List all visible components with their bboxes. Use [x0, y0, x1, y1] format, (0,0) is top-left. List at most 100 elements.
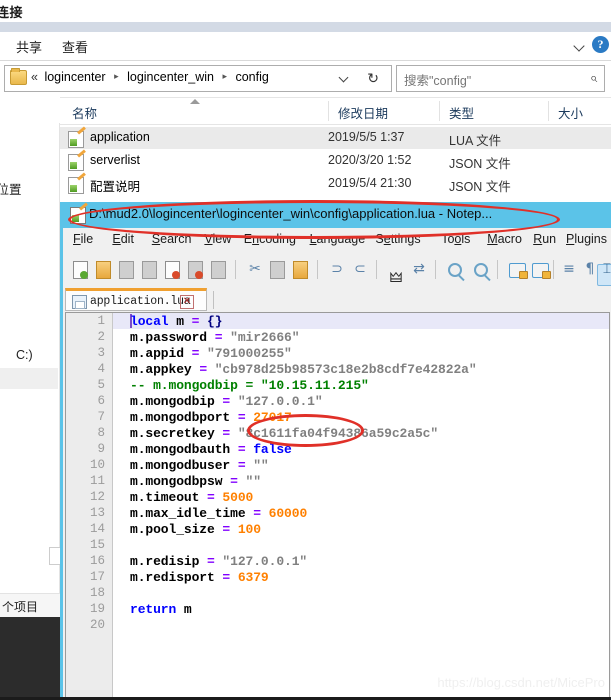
search-icon[interactable]: ⌕ [590, 70, 597, 86]
breadcrumb-item-0[interactable]: logincenter [44, 70, 105, 84]
line-number: 20 [89, 618, 105, 632]
watermark: https://blog.csdn.net/MicePro [437, 675, 605, 690]
column-header-date[interactable]: 修改日期 [338, 103, 388, 122]
redo-icon[interactable]: ⊂ [350, 260, 370, 280]
refresh-icon[interactable]: ↻ [367, 71, 379, 87]
code-line: m.pool_size = 100 [130, 522, 261, 537]
line-number: 14 [89, 522, 105, 536]
code-line: m.timeout = 5000 [130, 490, 254, 505]
find-icon[interactable]: 🜲 [386, 260, 406, 286]
table-row[interactable]: serverlist 2020/3/20 1:52 JSON 文件 [60, 149, 611, 172]
indent-guide-icon[interactable]: ⌶ [597, 260, 611, 286]
ribbon-tab-share[interactable]: 共享 [16, 37, 42, 56]
file-type: LUA 文件 [449, 134, 502, 148]
copy-icon[interactable] [268, 260, 288, 280]
code-text-area[interactable]: local m = {} m.password = "mir2666" m.appi… [113, 313, 609, 699]
address-bar[interactable]: « logincenter ▸ logincenter_win ▸ config… [4, 65, 392, 92]
file-date: 2019/5/4 21:30 [328, 176, 412, 190]
nav-item[interactable]: ) [0, 368, 58, 389]
breadcrumb-item-1[interactable]: logincenter_win [127, 70, 214, 84]
line-number: 3 [97, 346, 105, 360]
replace-icon[interactable]: ⇄ [409, 260, 429, 280]
line-number-gutter: 1 2 3 4 5 6 7 8 9 10 11 12 13 14 15 16 17 18 19 20 [66, 313, 113, 699]
close-file-icon[interactable] [163, 260, 183, 280]
toolbar: ✂ ⊃ ⊂ 🜲 ⇄ ≡ ¶ ⌶ [63, 252, 611, 288]
red-ellipse-title-annotation [68, 200, 560, 239]
connect-label: 连接 [0, 5, 24, 20]
menu-file[interactable]: File [73, 232, 93, 246]
status-item-count: 1 个项目 [0, 600, 39, 614]
line-number: 6 [97, 394, 105, 408]
code-line: m.redisip = "127.0.0.1" [130, 554, 308, 569]
column-divider[interactable] [328, 101, 329, 121]
close-all-icon[interactable] [186, 260, 206, 280]
save-all-icon[interactable] [140, 260, 160, 280]
line-number: 13 [89, 506, 105, 520]
undo-icon[interactable]: ⊃ [327, 260, 347, 280]
search-input[interactable]: 搜索"config" ⌕ [396, 65, 605, 92]
menu-edit[interactable]: Edit [112, 232, 134, 246]
nav-drive-label[interactable]: C:) [16, 348, 33, 362]
code-line: m.redisport = 6379 [130, 570, 269, 585]
column-header-size[interactable]: 大小 [558, 103, 583, 122]
menu-macro[interactable]: Macro [487, 232, 522, 246]
line-number: 4 [97, 362, 105, 376]
breadcrumb[interactable]: « logincenter ▸ logincenter_win ▸ config [31, 70, 269, 84]
line-number: 2 [97, 330, 105, 344]
tab-application-lua[interactable]: application.lua ✕ [65, 288, 207, 311]
column-header-type[interactable]: 类型 [449, 103, 474, 122]
table-row[interactable]: 配置说明 2019/5/4 21:30 JSON 文件 [60, 172, 611, 195]
save-icon[interactable] [117, 260, 137, 280]
toolbar-separator [435, 260, 436, 279]
open-file-icon[interactable] [94, 260, 114, 280]
new-file-icon[interactable] [71, 260, 91, 280]
toolbar-separator [235, 260, 236, 279]
line-number: 16 [89, 554, 105, 568]
file-date: 2020/3/20 1:52 [328, 153, 412, 167]
column-divider[interactable] [548, 101, 549, 121]
line-number: 8 [97, 426, 105, 440]
line-number: 5 [97, 378, 105, 392]
tab-divider [213, 291, 214, 309]
menu-plugins[interactable]: Plugins [566, 232, 607, 246]
code-line: m.mongodbauth = false [130, 442, 292, 457]
file-name: application [90, 130, 150, 144]
line-number: 7 [97, 410, 105, 424]
menu-run[interactable]: Run [533, 232, 556, 246]
explorer-top-strip: 连接 [0, 0, 611, 22]
code-line: m.appid = "791000255" [130, 346, 292, 361]
close-icon[interactable]: ✕ [180, 295, 194, 309]
address-dropdown-icon[interactable] [340, 74, 349, 83]
address-bar-row: « logincenter ▸ logincenter_win ▸ config… [0, 61, 611, 95]
print-icon[interactable] [209, 260, 229, 280]
zoom-out-icon[interactable] [471, 260, 491, 280]
ribbon-tab-view[interactable]: 查看 [62, 37, 88, 56]
cut-icon[interactable]: ✂ [245, 260, 265, 280]
file-name: 配置说明 [90, 180, 141, 194]
code-line: m.max_idle_time = 60000 [130, 506, 308, 521]
code-line: -- m.mongodbip = "10.15.11.215" [130, 378, 369, 393]
help-icon[interactable]: ? [592, 36, 609, 53]
breadcrumb-overflow[interactable]: « [31, 70, 38, 84]
column-header-name[interactable]: 名称 [72, 103, 97, 122]
line-number: 12 [89, 490, 105, 504]
saved-file-icon [72, 295, 87, 309]
file-date: 2019/5/5 1:37 [328, 130, 405, 144]
breadcrumb-separator: ▸ [222, 71, 227, 81]
sync-vertical-icon[interactable] [507, 260, 528, 280]
ribbon-tab-bar: 共享 查看 ? [0, 32, 611, 61]
paste-icon[interactable] [291, 260, 311, 280]
sync-horizontal-icon[interactable] [530, 260, 551, 280]
tab-label: application.lua [90, 295, 191, 308]
word-wrap-icon[interactable]: ≡ [559, 260, 579, 280]
line-number: 18 [89, 586, 105, 600]
code-editor[interactable]: 1 2 3 4 5 6 7 8 9 10 11 12 13 14 15 16 17 18 19 20 local m … [65, 312, 610, 700]
breadcrumb-separator: ▸ [114, 71, 119, 81]
chevron-down-icon[interactable] [575, 40, 585, 50]
column-divider[interactable] [439, 101, 440, 121]
code-line: m.mongodbpsw = "" [130, 474, 261, 489]
sort-ascending-icon [190, 99, 200, 104]
zoom-in-icon[interactable] [445, 260, 465, 280]
table-row[interactable]: application 2019/5/5 1:37 LUA 文件 [60, 126, 611, 149]
breadcrumb-item-2[interactable]: config [235, 70, 268, 84]
